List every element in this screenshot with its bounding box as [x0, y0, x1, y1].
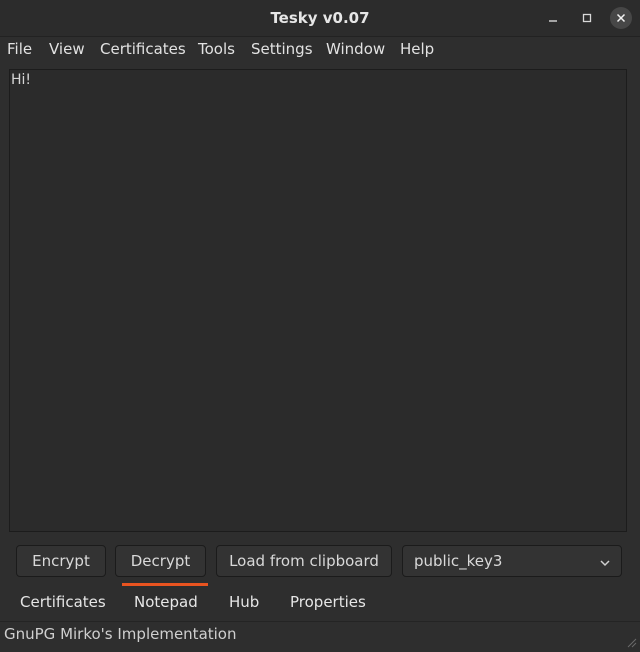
title-bar[interactable]: Tesky v0.07 [0, 0, 640, 37]
minimize-icon[interactable] [542, 7, 564, 29]
status-text: GnuPG Mirko's Implementation [4, 625, 237, 643]
maximize-icon[interactable] [576, 7, 598, 29]
menu-help[interactable]: Help [400, 37, 434, 62]
tab-certificates[interactable]: Certificates [20, 589, 106, 615]
menu-certificates[interactable]: Certificates [100, 37, 186, 62]
menu-window[interactable]: Window [326, 37, 385, 62]
menu-bar: File View Certificates Tools Settings Wi… [0, 37, 640, 62]
load-from-clipboard-button[interactable]: Load from clipboard [216, 545, 392, 577]
close-icon[interactable] [610, 7, 632, 29]
decrypt-button[interactable]: Decrypt [115, 545, 206, 577]
menu-file[interactable]: File [7, 37, 32, 62]
tab-hub[interactable]: Hub [229, 589, 259, 615]
tab-notepad[interactable]: Notepad [134, 589, 198, 615]
notepad-editor[interactable]: Hi! [9, 69, 627, 532]
menu-view[interactable]: View [49, 37, 85, 62]
encrypt-button[interactable]: Encrypt [16, 545, 106, 577]
active-tab-indicator [122, 583, 208, 586]
menu-settings[interactable]: Settings [251, 37, 313, 62]
key-select-value: public_key3 [414, 552, 503, 570]
tab-properties[interactable]: Properties [290, 589, 366, 615]
key-select[interactable]: public_key3 [402, 545, 622, 577]
chevron-down-icon [599, 555, 611, 567]
menu-tools[interactable]: Tools [198, 37, 235, 62]
size-grip-icon[interactable] [625, 633, 637, 648]
editor-content: Hi! [11, 72, 32, 88]
status-bar: GnuPG Mirko's Implementation [0, 621, 640, 648]
